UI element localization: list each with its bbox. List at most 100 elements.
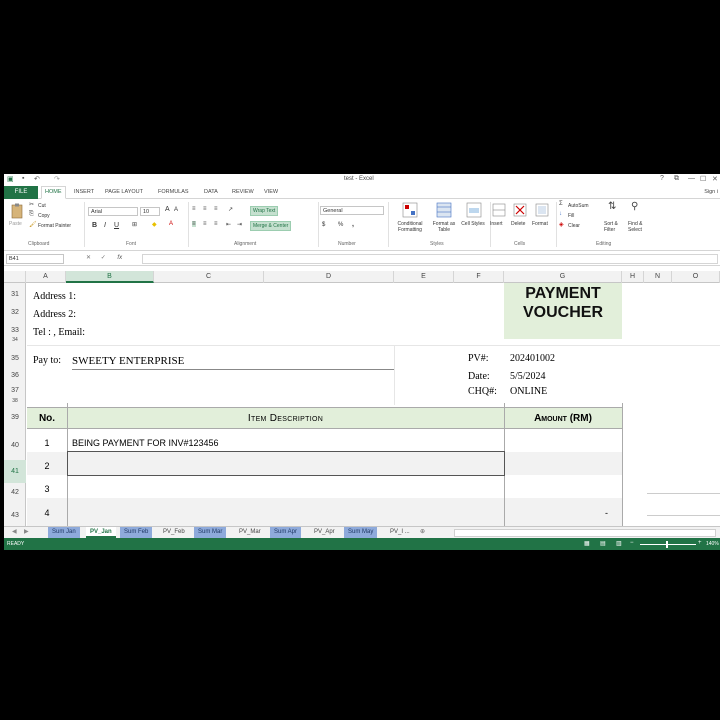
sheet-tab-pv-feb[interactable]: PV_Feb	[159, 527, 189, 538]
close-icon[interactable]: ✕	[712, 175, 718, 183]
align-bottom-icon[interactable]: ≡	[214, 206, 218, 212]
zoom-slider[interactable]	[640, 544, 696, 545]
number-format-select[interactable]: General	[320, 206, 384, 215]
row-header-38[interactable]: 38	[4, 398, 26, 404]
comma-style-button[interactable]: ,	[352, 221, 354, 228]
sheet-tab-pv-more[interactable]: PV_I ...	[386, 527, 414, 538]
column-header-c[interactable]: C	[154, 271, 264, 283]
sheet-tab-pv-apr[interactable]: PV_Apr	[310, 527, 339, 538]
fill-button[interactable]: Fill	[568, 213, 574, 219]
wrap-text-button[interactable]: Wrap Text	[250, 206, 279, 216]
column-header-d[interactable]: D	[264, 271, 394, 283]
tab-view[interactable]: VIEW	[264, 189, 278, 195]
sheet-tab-sum-may[interactable]: Sum May	[344, 527, 378, 538]
page-layout-view-icon[interactable]: ▤	[600, 540, 606, 547]
align-center-icon[interactable]: ≡	[203, 221, 207, 227]
column-header-a[interactable]: A	[26, 271, 66, 283]
font-size-select[interactable]: 10	[140, 207, 160, 216]
row-header-39[interactable]: 39	[4, 414, 26, 421]
help-icon[interactable]: ?	[660, 175, 664, 182]
cut-button[interactable]: Cut	[38, 203, 46, 209]
tab-insert[interactable]: INSERT	[74, 189, 94, 195]
tab-review[interactable]: REVIEW	[232, 189, 254, 195]
autosum-button[interactable]: AutoSum	[568, 203, 589, 209]
decrease-indent-icon[interactable]: ⇤	[226, 221, 231, 228]
tab-formulas[interactable]: FORMULAS	[158, 189, 189, 195]
format-table-icon[interactable]	[436, 202, 452, 218]
border-icon[interactable]: ⊞	[132, 221, 137, 228]
column-header-b[interactable]: B	[66, 271, 154, 283]
row-header-40[interactable]: 40	[4, 442, 26, 449]
select-all-corner[interactable]	[4, 271, 26, 283]
column-header-g[interactable]: G	[504, 271, 622, 283]
insert-cells-button[interactable]: Insert	[490, 221, 503, 227]
underline-button[interactable]: U	[114, 222, 119, 229]
paste-icon[interactable]	[10, 203, 24, 219]
sheet-tab-sum-jan[interactable]: Sum Jan	[48, 527, 80, 538]
sheet-tab-sum-mar[interactable]: Sum Mar	[194, 527, 227, 538]
zoom-in-icon[interactable]: +	[698, 540, 702, 546]
align-left-icon[interactable]: ≡	[192, 221, 196, 227]
selected-cell-b41[interactable]	[67, 451, 505, 476]
percent-style-button[interactable]: %	[338, 222, 343, 228]
row-header-43[interactable]: 43	[4, 512, 26, 519]
cell-styles-button[interactable]: Cell Styles	[460, 221, 486, 227]
new-sheet-icon[interactable]: ⊕	[416, 527, 429, 538]
cell-styles-icon[interactable]	[466, 202, 482, 218]
row-header-33[interactable]: 33	[4, 327, 26, 334]
zoom-slider-thumb[interactable]	[666, 541, 668, 548]
row-header-34[interactable]: 34	[4, 337, 26, 343]
column-header-e[interactable]: E	[394, 271, 454, 283]
delete-cells-icon[interactable]	[513, 202, 527, 218]
increase-indent-icon[interactable]: ⇥	[237, 221, 242, 228]
ribbon-display-icon[interactable]: ⧉	[674, 175, 679, 183]
row-header-31[interactable]: 31	[4, 291, 26, 298]
sheet-tab-pv-jan[interactable]: PV_Jan	[86, 527, 116, 538]
sheet-tab-sum-feb[interactable]: Sum Feb	[120, 527, 153, 538]
column-header-h[interactable]: H	[622, 271, 644, 283]
align-top-icon[interactable]: ≡	[192, 206, 196, 212]
item-desc-1[interactable]: BEING PAYMENT FOR INV#123456	[72, 438, 219, 448]
conditional-formatting-button[interactable]: Conditional Formatting	[392, 221, 428, 233]
horizontal-scrollbar[interactable]	[454, 529, 716, 537]
formula-input[interactable]	[142, 254, 718, 264]
save-icon[interactable]: ▪	[22, 175, 24, 182]
merge-center-button[interactable]: Merge & Center	[250, 221, 292, 231]
insert-cells-icon[interactable]	[492, 202, 506, 218]
paste-label[interactable]: Paste	[9, 221, 22, 227]
format-table-button[interactable]: Format as Table	[428, 221, 460, 233]
row-header-36[interactable]: 36	[4, 372, 26, 379]
sign-in-link[interactable]: Sign i	[704, 189, 718, 195]
clear-button[interactable]: Clear	[568, 223, 580, 229]
delete-cells-button[interactable]: Delete	[511, 221, 525, 227]
italic-button[interactable]: I	[104, 222, 106, 229]
tab-scroll-right-icon[interactable]: ▶	[20, 527, 33, 538]
accounting-format-button[interactable]: $	[322, 222, 325, 228]
align-right-icon[interactable]: ≡	[214, 221, 218, 227]
bold-button[interactable]: B	[92, 222, 97, 229]
row-header-41[interactable]: 41	[4, 460, 26, 483]
tab-page-layout[interactable]: PAGE LAYOUT	[105, 189, 143, 195]
column-header-f[interactable]: F	[454, 271, 504, 283]
column-header-o[interactable]: O	[672, 271, 720, 283]
column-header-n[interactable]: N	[644, 271, 672, 283]
page-break-view-icon[interactable]: ▥	[616, 540, 622, 547]
tab-file[interactable]: FILE	[4, 186, 38, 199]
sheet-tab-sum-apr[interactable]: Sum Apr	[270, 527, 302, 538]
format-cells-icon[interactable]	[535, 202, 549, 218]
shrink-font-button[interactable]: A	[174, 207, 178, 213]
zoom-out-icon[interactable]: −	[630, 540, 634, 546]
redo-icon[interactable]: ↷	[54, 175, 60, 183]
enter-icon[interactable]: ✓	[101, 255, 106, 261]
sort-filter-button[interactable]: Sort & Filter	[604, 221, 626, 233]
cancel-icon[interactable]: ✕	[86, 255, 91, 261]
tab-home[interactable]: HOME	[41, 186, 66, 199]
row-header-32[interactable]: 32	[4, 309, 26, 316]
fill-color-icon[interactable]: ◆	[152, 221, 157, 228]
item-amount-4[interactable]: -	[504, 508, 608, 518]
name-box[interactable]: B41	[6, 254, 64, 264]
row-header-35[interactable]: 35	[4, 355, 26, 362]
maximize-icon[interactable]: ☐	[700, 175, 706, 183]
orientation-icon[interactable]: ↗	[228, 206, 233, 213]
font-color-icon[interactable]: A	[169, 221, 173, 227]
